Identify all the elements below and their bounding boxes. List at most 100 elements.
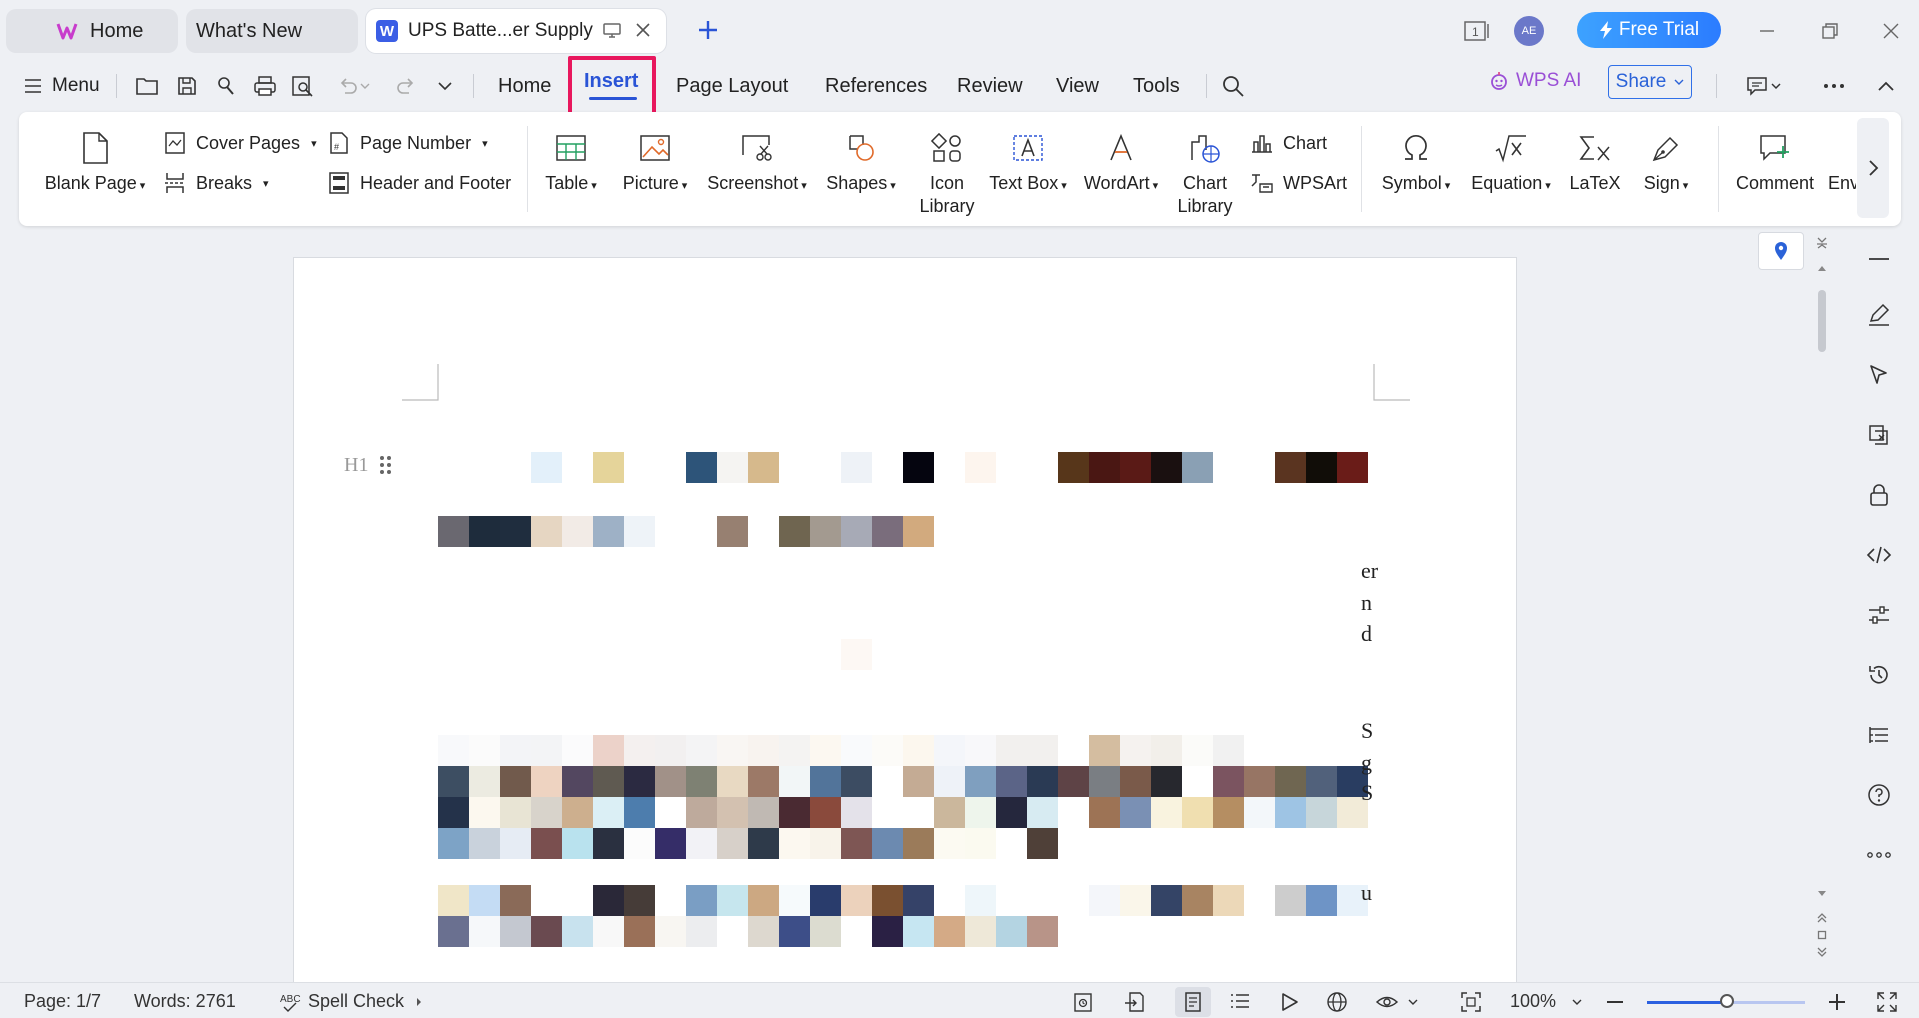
page-counter[interactable]: Page: 1/7 bbox=[24, 991, 101, 1012]
free-trial-button[interactable]: Free Trial bbox=[1577, 12, 1721, 48]
wps-ai-button[interactable]: WPS AI bbox=[1488, 70, 1581, 92]
icon-library-button[interactable]: Icon Library bbox=[913, 130, 981, 218]
code-icon[interactable] bbox=[1858, 534, 1900, 576]
location-pin-button[interactable] bbox=[1758, 232, 1804, 270]
save-icon[interactable] bbox=[173, 72, 201, 100]
help-icon[interactable] bbox=[1858, 774, 1900, 816]
chart-library-button[interactable]: Chart Library bbox=[1172, 130, 1238, 218]
outline-icon[interactable] bbox=[1858, 714, 1900, 756]
word-count[interactable]: Words: 2761 bbox=[134, 991, 236, 1012]
eye-protection-icon[interactable] bbox=[1374, 989, 1420, 1015]
zoom-level[interactable]: 100% bbox=[1510, 991, 1582, 1012]
tab-whats-new[interactable]: What's New bbox=[186, 9, 358, 53]
chart-button[interactable]: Chart bbox=[1249, 130, 1327, 156]
wpsart-button[interactable]: WPSArt bbox=[1249, 170, 1347, 196]
tab-view[interactable]: View bbox=[1056, 70, 1099, 102]
table-button[interactable]: Table ▾ bbox=[539, 130, 603, 198]
track-changes-icon[interactable] bbox=[1070, 989, 1096, 1015]
more-tools-icon[interactable] bbox=[1858, 834, 1900, 876]
scroll-up-icon[interactable] bbox=[1817, 264, 1827, 272]
breaks-button[interactable]: Breaks ▾ bbox=[162, 170, 269, 196]
equation-button[interactable]: Equation ▾ bbox=[1462, 130, 1560, 198]
latex-button[interactable]: LaTeX bbox=[1564, 130, 1626, 195]
page-count-icon[interactable]: 1 bbox=[1463, 16, 1493, 46]
lock-icon[interactable] bbox=[1858, 474, 1900, 516]
quick-access-more-icon[interactable] bbox=[431, 72, 459, 100]
scroll-down-icon[interactable] bbox=[1817, 890, 1827, 898]
ribbon-scroll-right[interactable] bbox=[1857, 118, 1889, 218]
tab-insert[interactable]: Insert bbox=[584, 70, 638, 93]
document-export-icon[interactable] bbox=[1122, 989, 1148, 1015]
browse-object-icon[interactable] bbox=[1817, 930, 1827, 940]
outline-view-icon[interactable] bbox=[1227, 989, 1253, 1015]
undo-dropdown-icon[interactable] bbox=[358, 72, 372, 100]
comment-button[interactable]: Comment bbox=[1730, 130, 1820, 195]
vertical-scrollbar[interactable] bbox=[1815, 264, 1829, 964]
prev-page-icon[interactable] bbox=[1816, 912, 1828, 924]
play-icon[interactable] bbox=[1276, 989, 1302, 1015]
web-layout-globe-icon[interactable] bbox=[1324, 989, 1350, 1015]
tab-home[interactable]: Home bbox=[6, 9, 178, 53]
close-tab-icon[interactable] bbox=[634, 21, 652, 39]
sign-button[interactable]: Sign ▾ bbox=[1630, 130, 1702, 198]
text-box-button[interactable]: Text Box ▾ bbox=[980, 130, 1076, 198]
cover-pages-button[interactable]: Cover Pages ▾ bbox=[162, 130, 317, 156]
symbol-button[interactable]: Symbol ▾ bbox=[1374, 130, 1458, 198]
search-icon[interactable] bbox=[1219, 72, 1247, 100]
spell-check-button[interactable]: ABC Spell Check bbox=[280, 991, 422, 1012]
mosaic-block bbox=[562, 797, 593, 828]
more-options-icon[interactable] bbox=[1820, 72, 1848, 100]
close-window-icon[interactable] bbox=[1876, 16, 1906, 46]
fit-page-icon[interactable] bbox=[1458, 989, 1484, 1015]
zoom-in-icon[interactable] bbox=[1824, 989, 1850, 1015]
redo-icon[interactable] bbox=[392, 72, 420, 100]
scrollbar-thumb[interactable] bbox=[1818, 290, 1826, 352]
zoom-out-icon[interactable] bbox=[1602, 989, 1628, 1015]
minimize-icon[interactable] bbox=[1752, 16, 1782, 46]
mosaic-block bbox=[531, 916, 562, 947]
monitor-icon[interactable] bbox=[602, 22, 622, 40]
mosaic-block bbox=[1306, 766, 1337, 797]
blank-page-button[interactable]: Blank Page ▾ bbox=[43, 130, 147, 198]
picture-button[interactable]: Picture ▾ bbox=[615, 130, 695, 198]
copy-remove-icon[interactable] bbox=[1858, 414, 1900, 456]
mosaic-block bbox=[965, 916, 996, 947]
menu-button[interactable]: Menu bbox=[24, 70, 100, 102]
fullscreen-icon[interactable] bbox=[1874, 989, 1900, 1015]
wordart-button[interactable]: WordArt ▾ bbox=[1078, 130, 1164, 198]
collapse-ribbon-icon[interactable] bbox=[1872, 72, 1900, 100]
restore-icon[interactable] bbox=[1815, 16, 1845, 46]
document-page[interactable] bbox=[293, 257, 1517, 987]
comment-bubble-icon[interactable] bbox=[1744, 72, 1784, 100]
tab-home-ribbon[interactable]: Home bbox=[498, 70, 551, 102]
split-view-icon[interactable] bbox=[1816, 236, 1828, 250]
new-tab-plus-icon[interactable] bbox=[694, 16, 722, 44]
envelope-button-partial[interactable]: Env bbox=[1828, 130, 1856, 195]
print-layout-view-icon[interactable] bbox=[1180, 989, 1206, 1015]
tab-document[interactable]: W UPS Batte...er Supply bbox=[366, 9, 666, 53]
history-icon[interactable] bbox=[1858, 654, 1900, 696]
mosaic-block bbox=[686, 452, 717, 483]
next-page-icon[interactable] bbox=[1816, 946, 1828, 958]
screenshot-button[interactable]: Screenshot ▾ bbox=[704, 130, 810, 198]
minus-panel-icon[interactable] bbox=[1858, 238, 1900, 280]
tab-review[interactable]: Review bbox=[957, 70, 1023, 102]
zoom-slider-knob[interactable] bbox=[1720, 994, 1734, 1008]
format-painter-icon[interactable] bbox=[213, 72, 241, 100]
print-preview-icon[interactable] bbox=[289, 72, 317, 100]
tab-page-layout[interactable]: Page Layout bbox=[676, 70, 788, 102]
share-button[interactable]: Share bbox=[1608, 65, 1692, 99]
select-cursor-icon[interactable] bbox=[1858, 354, 1900, 396]
tab-tools[interactable]: Tools bbox=[1133, 70, 1180, 102]
page-number-button[interactable]: # Page Number ▾ bbox=[326, 130, 488, 156]
print-icon[interactable] bbox=[251, 72, 279, 100]
avatar[interactable]: AE bbox=[1514, 16, 1544, 46]
adjust-sliders-icon[interactable] bbox=[1858, 594, 1900, 636]
tab-references[interactable]: References bbox=[825, 70, 927, 102]
edit-pen-icon[interactable] bbox=[1858, 294, 1900, 336]
heading-level-marker[interactable]: H1 bbox=[344, 454, 368, 477]
shapes-button[interactable]: Shapes ▾ bbox=[819, 130, 903, 198]
open-folder-icon[interactable] bbox=[133, 72, 161, 100]
drag-handle-icon[interactable] bbox=[378, 454, 394, 476]
header-footer-button[interactable]: Header and Footer bbox=[326, 170, 511, 196]
